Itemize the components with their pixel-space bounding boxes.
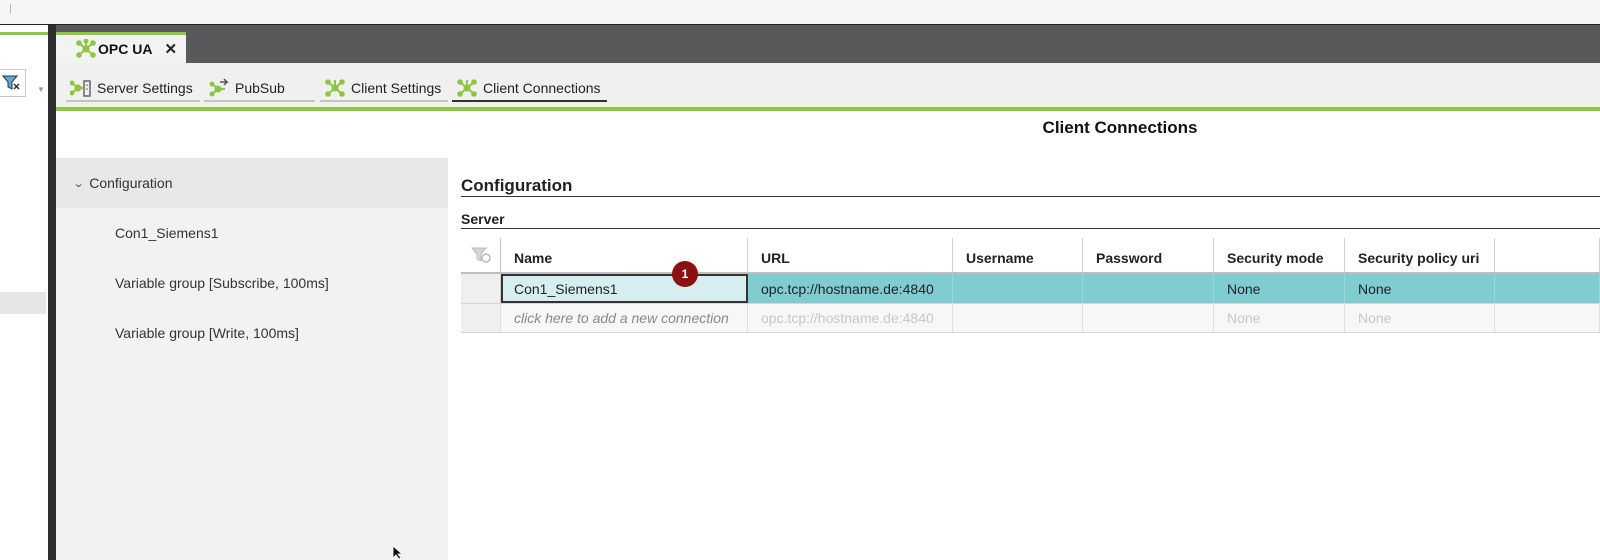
table-header-row: Name URL Username Password Security mode… (461, 238, 1600, 274)
pubsub-icon (209, 77, 229, 96)
username-cell[interactable] (953, 304, 1083, 332)
close-icon[interactable]: ✕ (164, 40, 177, 58)
left-list-selected-item[interactable] (0, 292, 46, 314)
tab-bar: OPC UA ✕ (56, 25, 1600, 63)
subtab-bar: Server Settings PubSub Client Settings C… (56, 63, 1600, 111)
column-header-username[interactable]: Username (953, 238, 1083, 272)
name-cell-editing[interactable]: Con1_Siemens1 (501, 274, 748, 303)
section-title: Configuration (461, 170, 1600, 197)
username-cell[interactable] (953, 274, 1083, 303)
filter-icon (470, 247, 491, 263)
column-header-password[interactable]: Password (1083, 238, 1214, 272)
configuration-tree: ⌄ Configuration Con1_Siemens1 Variable g… (56, 158, 448, 560)
column-header-security-mode[interactable]: Security mode (1214, 238, 1345, 272)
left-panel: ▼ (0, 25, 48, 560)
chevron-down-icon[interactable]: ▼ (37, 85, 45, 94)
column-header-url[interactable]: URL (748, 238, 953, 272)
top-strip (0, 0, 1600, 25)
accent-line (0, 32, 48, 35)
subtab-client-connections[interactable]: Client Connections (452, 75, 607, 102)
mouse-cursor-icon (392, 545, 402, 560)
column-header-extra[interactable] (1495, 238, 1600, 272)
step-marker-badge: 1 (672, 261, 698, 287)
subtab-label: Client Settings (351, 79, 442, 96)
filter-button[interactable] (0, 69, 26, 97)
divider (10, 4, 11, 14)
tab-opc-ua[interactable]: OPC UA ✕ (56, 32, 186, 63)
column-header-security-policy[interactable]: Security policy uri (1345, 238, 1495, 272)
network-icon (457, 78, 477, 97)
add-connection-placeholder[interactable]: click here to add a new connection (501, 304, 748, 332)
subtab-server-settings[interactable]: Server Settings (66, 75, 200, 102)
subtab-label: Server Settings (97, 79, 193, 96)
password-cell[interactable] (1083, 274, 1214, 303)
new-connection-row[interactable]: click here to add a new connection opc.t… (461, 304, 1600, 333)
page-title: Client Connections (1042, 118, 1198, 137)
panel-divider[interactable] (48, 25, 56, 560)
network-icon (76, 39, 96, 58)
password-cell[interactable] (1083, 304, 1214, 332)
column-filter-button[interactable] (461, 238, 501, 272)
url-cell[interactable]: opc.tcp://hostname.de:4840 (748, 304, 953, 332)
security-mode-cell[interactable]: None (1214, 304, 1345, 332)
subtab-client-settings[interactable]: Client Settings (320, 75, 448, 102)
connections-table: Name URL Username Password Security mode… (461, 238, 1600, 333)
tree-item-connection[interactable]: Con1_Siemens1 (56, 208, 448, 258)
column-header-name[interactable]: Name (501, 238, 748, 272)
url-cell[interactable]: opc.tcp://hostname.de:4840 (748, 274, 953, 303)
tree-header-label: Configuration (89, 175, 173, 191)
main-content: Configuration Server (461, 170, 1600, 229)
chevron-down-icon: ⌄ (72, 177, 85, 190)
tree-header-configuration[interactable]: ⌄ Configuration (56, 158, 448, 208)
subtab-label: PubSub (235, 79, 285, 96)
subtab-label: Client Connections (483, 79, 601, 96)
tree-item-variable-group-write[interactable]: Variable group [Write, 100ms] (56, 308, 448, 358)
row-selector[interactable] (461, 274, 501, 303)
security-policy-cell[interactable]: None (1345, 304, 1495, 332)
tree-item-variable-group-subscribe[interactable]: Variable group [Subscribe, 100ms] (56, 258, 448, 308)
network-icon (325, 78, 345, 97)
row-selector[interactable] (461, 304, 501, 332)
tab-label: OPC UA (98, 41, 153, 57)
extra-cell[interactable] (1495, 304, 1600, 332)
extra-cell[interactable] (1495, 274, 1600, 303)
server-settings-icon (70, 79, 91, 97)
table-row[interactable]: Con1_Siemens1 opc.tcp://hostname.de:4840… (461, 274, 1600, 304)
sub-section-title: Server (461, 211, 1600, 229)
filter-icon (1, 75, 20, 90)
security-policy-cell[interactable]: None (1345, 274, 1495, 303)
security-mode-cell[interactable]: None (1214, 274, 1345, 303)
subtab-pubsub[interactable]: PubSub (204, 75, 315, 102)
